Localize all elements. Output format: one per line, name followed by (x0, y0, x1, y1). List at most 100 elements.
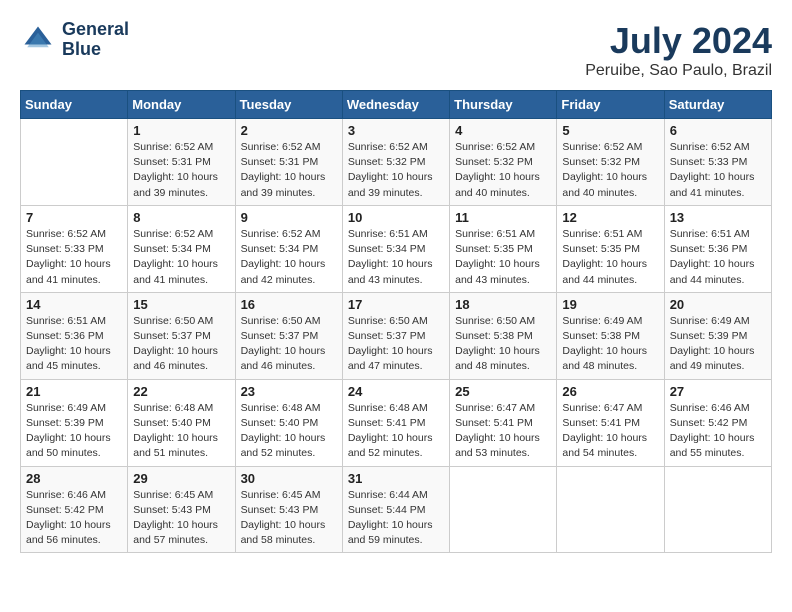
calendar-cell: 2 Sunrise: 6:52 AM Sunset: 5:31 PM Daylig… (235, 119, 342, 206)
calendar-cell: 22 Sunrise: 6:48 AM Sunset: 5:40 PM Dayli… (128, 379, 235, 466)
day-number: 15 (133, 297, 229, 312)
day-info: Sunrise: 6:51 AM Sunset: 5:36 PM Dayligh… (670, 227, 766, 288)
day-info: Sunrise: 6:48 AM Sunset: 5:40 PM Dayligh… (133, 401, 229, 462)
day-info: Sunrise: 6:49 AM Sunset: 5:38 PM Dayligh… (562, 314, 658, 375)
calendar-cell: 8 Sunrise: 6:52 AM Sunset: 5:34 PM Daylig… (128, 205, 235, 292)
day-number: 17 (348, 297, 444, 312)
logo: General Blue (20, 20, 129, 60)
day-info: Sunrise: 6:51 AM Sunset: 5:35 PM Dayligh… (562, 227, 658, 288)
day-info: Sunrise: 6:50 AM Sunset: 5:38 PM Dayligh… (455, 314, 551, 375)
day-info: Sunrise: 6:46 AM Sunset: 5:42 PM Dayligh… (26, 488, 122, 549)
calendar-cell: 20Sunrise: 6:49 AM Sunset: 5:39 PM Dayli… (664, 292, 771, 379)
calendar-table: SundayMondayTuesdayWednesdayThursdayFrid… (20, 90, 772, 553)
day-number: 3 (348, 123, 444, 138)
calendar-day-header: Thursday (450, 91, 557, 119)
day-number: 26 (562, 384, 658, 399)
calendar-cell: 6 Sunrise: 6:52 AM Sunset: 5:33 PM Daylig… (664, 119, 771, 206)
calendar-week-row: 28 Sunrise: 6:46 AM Sunset: 5:42 PM Dayli… (21, 466, 772, 553)
day-number: 7 (26, 210, 122, 225)
day-info: Sunrise: 6:52 AM Sunset: 5:33 PM Dayligh… (670, 140, 766, 201)
day-info: Sunrise: 6:51 AM Sunset: 5:35 PM Dayligh… (455, 227, 551, 288)
calendar-cell: 25Sunrise: 6:47 AM Sunset: 5:41 PM Dayli… (450, 379, 557, 466)
calendar-cell: 12 Sunrise: 6:51 AM Sunset: 5:35 PM Dayli… (557, 205, 664, 292)
calendar-week-row: 1 Sunrise: 6:52 AM Sunset: 5:31 PM Daylig… (21, 119, 772, 206)
day-info: Sunrise: 6:46 AM Sunset: 5:42 PM Dayligh… (670, 401, 766, 462)
logo-text: General Blue (62, 20, 129, 60)
calendar-day-header: Friday (557, 91, 664, 119)
month-title: July 2024 (585, 20, 772, 62)
day-number: 5 (562, 123, 658, 138)
day-number: 20 (670, 297, 766, 312)
calendar-cell: 15 Sunrise: 6:50 AM Sunset: 5:37 PM Dayli… (128, 292, 235, 379)
calendar-week-row: 21 Sunrise: 6:49 AM Sunset: 5:39 PM Dayli… (21, 379, 772, 466)
day-info: Sunrise: 6:50 AM Sunset: 5:37 PM Dayligh… (348, 314, 444, 375)
page-header: General Blue July 2024 Peruibe, Sao Paul… (20, 20, 772, 80)
day-number: 6 (670, 123, 766, 138)
day-info: Sunrise: 6:52 AM Sunset: 5:31 PM Dayligh… (241, 140, 337, 201)
calendar-cell: 30Sunrise: 6:45 AM Sunset: 5:43 PM Dayli… (235, 466, 342, 553)
day-number: 18 (455, 297, 551, 312)
calendar-cell: 10Sunrise: 6:51 AM Sunset: 5:34 PM Dayli… (342, 205, 449, 292)
day-info: Sunrise: 6:45 AM Sunset: 5:43 PM Dayligh… (133, 488, 229, 549)
day-number: 28 (26, 471, 122, 486)
day-number: 22 (133, 384, 229, 399)
calendar-cell: 11Sunrise: 6:51 AM Sunset: 5:35 PM Dayli… (450, 205, 557, 292)
calendar-day-header: Monday (128, 91, 235, 119)
day-number: 16 (241, 297, 337, 312)
calendar-cell: 13 Sunrise: 6:51 AM Sunset: 5:36 PM Dayli… (664, 205, 771, 292)
calendar-cell: 1 Sunrise: 6:52 AM Sunset: 5:31 PM Daylig… (128, 119, 235, 206)
calendar-cell: 17 Sunrise: 6:50 AM Sunset: 5:37 PM Dayli… (342, 292, 449, 379)
day-info: Sunrise: 6:52 AM Sunset: 5:31 PM Dayligh… (133, 140, 229, 201)
day-number: 13 (670, 210, 766, 225)
day-info: Sunrise: 6:52 AM Sunset: 5:32 PM Dayligh… (562, 140, 658, 201)
day-number: 1 (133, 123, 229, 138)
day-info: Sunrise: 6:50 AM Sunset: 5:37 PM Dayligh… (241, 314, 337, 375)
day-number: 14 (26, 297, 122, 312)
day-info: Sunrise: 6:50 AM Sunset: 5:37 PM Dayligh… (133, 314, 229, 375)
calendar-cell (664, 466, 771, 553)
calendar-header-row: SundayMondayTuesdayWednesdayThursdayFrid… (21, 91, 772, 119)
calendar-cell: 29 Sunrise: 6:45 AM Sunset: 5:43 PM Dayli… (128, 466, 235, 553)
calendar-day-header: Saturday (664, 91, 771, 119)
day-number: 8 (133, 210, 229, 225)
day-number: 19 (562, 297, 658, 312)
day-number: 4 (455, 123, 551, 138)
calendar-cell: 16 Sunrise: 6:50 AM Sunset: 5:37 PM Dayli… (235, 292, 342, 379)
day-info: Sunrise: 6:45 AM Sunset: 5:43 PM Dayligh… (241, 488, 337, 549)
calendar-cell: 18 Sunrise: 6:50 AM Sunset: 5:38 PM Dayli… (450, 292, 557, 379)
calendar-cell: 21 Sunrise: 6:49 AM Sunset: 5:39 PM Dayli… (21, 379, 128, 466)
day-number: 25 (455, 384, 551, 399)
calendar-week-row: 14 Sunrise: 6:51 AM Sunset: 5:36 PM Dayli… (21, 292, 772, 379)
day-number: 12 (562, 210, 658, 225)
calendar-day-header: Tuesday (235, 91, 342, 119)
calendar-cell: 7Sunrise: 6:52 AM Sunset: 5:33 PM Daylig… (21, 205, 128, 292)
calendar-cell: 27Sunrise: 6:46 AM Sunset: 5:42 PM Dayli… (664, 379, 771, 466)
day-number: 29 (133, 471, 229, 486)
logo-icon (20, 22, 56, 58)
day-info: Sunrise: 6:49 AM Sunset: 5:39 PM Dayligh… (26, 401, 122, 462)
calendar-cell: 3Sunrise: 6:52 AM Sunset: 5:32 PM Daylig… (342, 119, 449, 206)
calendar-week-row: 7Sunrise: 6:52 AM Sunset: 5:33 PM Daylig… (21, 205, 772, 292)
day-number: 23 (241, 384, 337, 399)
day-number: 10 (348, 210, 444, 225)
calendar-cell (21, 119, 128, 206)
day-number: 21 (26, 384, 122, 399)
calendar-cell: 24Sunrise: 6:48 AM Sunset: 5:41 PM Dayli… (342, 379, 449, 466)
day-number: 24 (348, 384, 444, 399)
day-number: 9 (241, 210, 337, 225)
calendar-cell (450, 466, 557, 553)
calendar-cell (557, 466, 664, 553)
day-info: Sunrise: 6:48 AM Sunset: 5:40 PM Dayligh… (241, 401, 337, 462)
calendar-cell: 23 Sunrise: 6:48 AM Sunset: 5:40 PM Dayli… (235, 379, 342, 466)
day-info: Sunrise: 6:44 AM Sunset: 5:44 PM Dayligh… (348, 488, 444, 549)
day-info: Sunrise: 6:51 AM Sunset: 5:36 PM Dayligh… (26, 314, 122, 375)
day-info: Sunrise: 6:52 AM Sunset: 5:34 PM Dayligh… (133, 227, 229, 288)
day-number: 31 (348, 471, 444, 486)
day-info: Sunrise: 6:52 AM Sunset: 5:34 PM Dayligh… (241, 227, 337, 288)
calendar-cell: 28 Sunrise: 6:46 AM Sunset: 5:42 PM Dayli… (21, 466, 128, 553)
calendar-day-header: Wednesday (342, 91, 449, 119)
calendar-cell: 31 Sunrise: 6:44 AM Sunset: 5:44 PM Dayli… (342, 466, 449, 553)
day-number: 2 (241, 123, 337, 138)
calendar-cell: 26Sunrise: 6:47 AM Sunset: 5:41 PM Dayli… (557, 379, 664, 466)
location-subtitle: Peruibe, Sao Paulo, Brazil (585, 62, 772, 80)
